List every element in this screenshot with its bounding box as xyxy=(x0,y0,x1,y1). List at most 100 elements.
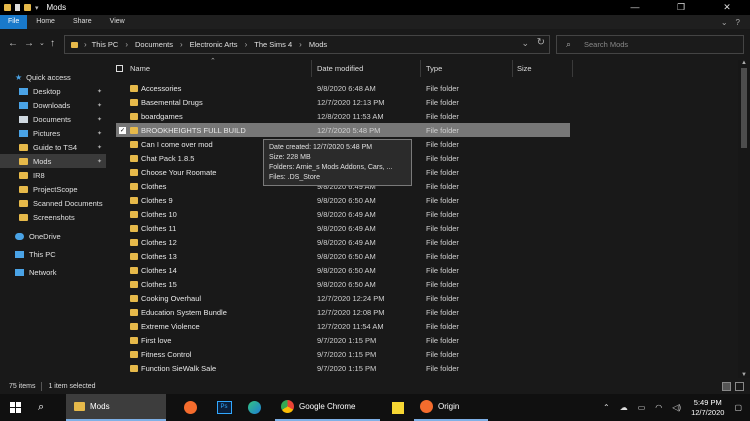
breadcrumb-the-sims-4[interactable]: The Sims 4 xyxy=(254,40,292,49)
chevron-up-icon[interactable]: ⌃ xyxy=(603,403,610,412)
tab-view[interactable]: View xyxy=(101,15,134,29)
file-date: 12/7/2020 5:48 PM xyxy=(317,125,381,135)
back-button[interactable]: ← xyxy=(8,38,18,50)
breadcrumb-this-pc[interactable]: This PC xyxy=(92,40,119,49)
table-row[interactable]: Clothes 9 9/8/2020 6:50 AM File folder xyxy=(116,193,570,207)
table-row[interactable]: Basemental Drugs 12/7/2020 12:13 PM File… xyxy=(116,95,570,109)
minimize-button[interactable]: — xyxy=(612,0,658,15)
breadcrumb-documents[interactable]: Documents xyxy=(135,40,173,49)
sidebar-item-mods[interactable]: Mods ✦ xyxy=(0,154,106,168)
vertical-scrollbar[interactable]: ▲ ▼ xyxy=(738,60,750,378)
sidebar-item-guide-to-ts4[interactable]: Guide to TS4 ✦ xyxy=(0,140,106,154)
scrollbar-thumb[interactable] xyxy=(741,68,747,148)
tab-file[interactable]: File xyxy=(0,15,28,29)
column-size[interactable]: Size xyxy=(517,64,532,73)
taskbar-item-origin[interactable]: Origin xyxy=(414,394,488,421)
taskbar-item-sticky-notes[interactable] xyxy=(387,394,409,421)
table-row[interactable]: Accessories 9/8/2020 6:48 AM File folder xyxy=(116,81,570,95)
search-input[interactable]: ⌕ Search Mods xyxy=(556,35,744,54)
column-divider[interactable] xyxy=(311,60,312,77)
chevron-right-icon[interactable]: › xyxy=(180,40,183,49)
select-all-checkbox[interactable] xyxy=(116,65,123,72)
close-button[interactable]: ✕ xyxy=(704,0,750,15)
table-row[interactable]: Clothes 10 9/8/2020 6:49 AM File folder xyxy=(116,207,570,221)
maximize-button[interactable]: ❐ xyxy=(658,0,704,15)
table-row[interactable]: Function SieWalk Sale 9/7/2020 1:15 PM F… xyxy=(116,361,570,375)
table-row-selected[interactable]: ✓ BROOKHEIGHTS FULL BUILD 12/7/2020 5:48… xyxy=(116,123,570,137)
sidebar-item-projectscope[interactable]: ProjectScope xyxy=(0,182,106,196)
table-row[interactable]: Cooking Overhaul 12/7/2020 12:24 PM File… xyxy=(116,291,570,305)
taskbar-item-label: Origin xyxy=(438,402,460,411)
quick-access-dropdown-icon[interactable]: ▾ xyxy=(35,4,39,12)
details-view-button[interactable] xyxy=(722,381,731,391)
volume-icon[interactable]: ◁) xyxy=(672,403,681,412)
table-row[interactable]: Clothes 13 9/8/2020 6:50 AM File folder xyxy=(116,249,570,263)
tab-share[interactable]: Share xyxy=(64,15,101,29)
breadcrumb-electronic-arts[interactable]: Electronic Arts xyxy=(190,40,238,49)
document-icon[interactable] xyxy=(15,4,20,11)
chevron-right-icon[interactable]: › xyxy=(299,40,302,49)
column-name[interactable]: Name xyxy=(130,64,150,73)
sidebar-item-this-pc[interactable]: This PC xyxy=(0,247,106,261)
sidebar-item-network[interactable]: Network xyxy=(0,265,106,279)
cloud-icon[interactable]: ☁ xyxy=(620,403,628,412)
up-button[interactable]: ↑ xyxy=(50,38,55,50)
chevron-right-icon[interactable]: › xyxy=(245,40,248,49)
help-icon[interactable]: ? xyxy=(736,18,740,27)
expand-ribbon-icon[interactable]: ⌄ xyxy=(721,18,728,27)
start-button[interactable] xyxy=(10,394,30,421)
table-row[interactable]: Education System Bundle 12/7/2020 12:08 … xyxy=(116,305,570,319)
search-icon[interactable]: ⌕ xyxy=(38,394,58,421)
taskbar-item-chrome[interactable]: Google Chrome xyxy=(275,394,380,421)
network-icon[interactable]: ▭ xyxy=(638,403,646,412)
table-row[interactable]: Clothes 14 9/8/2020 6:50 AM File folder xyxy=(116,263,570,277)
column-divider[interactable] xyxy=(512,60,513,77)
wifi-icon[interactable]: ◠ xyxy=(655,403,662,412)
column-date-modified[interactable]: Date modified xyxy=(317,64,363,73)
sidebar-item-documents[interactable]: Documents ✦ xyxy=(0,112,106,126)
recent-locations-icon[interactable]: ⌄ xyxy=(39,38,45,50)
folder-icon xyxy=(130,126,138,134)
sidebar-item-downloads[interactable]: Downloads ✦ xyxy=(0,98,106,112)
sidebar-item-scanned-documents[interactable]: Scanned Documents xyxy=(0,196,106,210)
address-bar[interactable]: › This PC › Documents › Electronic Arts … xyxy=(64,35,550,54)
table-row[interactable]: Clothes 11 9/8/2020 6:49 AM File folder xyxy=(116,221,570,235)
notifications-icon[interactable]: ▢ xyxy=(734,403,742,412)
taskbar-item-photoshop[interactable]: Ps xyxy=(212,394,236,421)
folder-icon xyxy=(130,182,138,190)
clock[interactable]: 5:49 PM 12/7/2020 xyxy=(691,398,724,418)
scroll-up-icon[interactable]: ▲ xyxy=(741,60,747,66)
file-type: File folder xyxy=(426,153,459,163)
table-row[interactable]: Extreme Violence 12/7/2020 11:54 AM File… xyxy=(116,319,570,333)
sidebar-item-onedrive[interactable]: OneDrive xyxy=(0,229,106,243)
sidebar-item-screenshots[interactable]: Screenshots xyxy=(0,210,106,224)
table-row[interactable]: boardgames 12/8/2020 11:53 AM File folde… xyxy=(116,109,570,123)
new-folder-icon[interactable] xyxy=(24,4,31,11)
sidebar-item-ir8[interactable]: IR8 xyxy=(0,168,106,182)
sidebar-item-quick-access[interactable]: ★ Quick access xyxy=(0,70,106,84)
sidebar-item-pictures[interactable]: Pictures ✦ xyxy=(0,126,106,140)
tab-home[interactable]: Home xyxy=(27,15,64,29)
chevron-down-icon[interactable]: ⌄ xyxy=(521,38,529,49)
chevron-right-icon[interactable]: › xyxy=(125,40,128,49)
column-divider[interactable] xyxy=(420,60,421,77)
large-icons-view-button[interactable] xyxy=(735,381,744,391)
column-divider[interactable] xyxy=(572,60,573,77)
breadcrumb-mods[interactable]: Mods xyxy=(309,40,327,49)
file-type: File folder xyxy=(426,307,459,317)
taskbar-item-file-explorer[interactable]: Mods xyxy=(66,394,166,421)
table-row[interactable]: First love 9/7/2020 1:15 PM File folder xyxy=(116,333,570,347)
forward-button[interactable]: → xyxy=(24,38,34,50)
table-row[interactable]: Clothes 15 9/8/2020 6:50 AM File folder xyxy=(116,277,570,291)
row-checkbox[interactable]: ✓ xyxy=(119,126,126,134)
taskbar-item-edge[interactable] xyxy=(243,394,265,421)
chevron-right-icon[interactable]: › xyxy=(84,40,87,49)
table-row[interactable]: Clothes 12 9/8/2020 6:49 AM File folder xyxy=(116,235,570,249)
sidebar-item-desktop[interactable]: Desktop ✦ xyxy=(0,84,106,98)
refresh-icon[interactable]: ↻ xyxy=(537,37,545,48)
column-type[interactable]: Type xyxy=(426,64,442,73)
file-name: Clothes 12 xyxy=(141,237,177,247)
taskbar-item-origin-small[interactable] xyxy=(180,394,200,421)
column-header: ⌃ Name Date modified Type Size xyxy=(106,58,738,77)
table-row[interactable]: Fitness Control 9/7/2020 1:15 PM File fo… xyxy=(116,347,570,361)
